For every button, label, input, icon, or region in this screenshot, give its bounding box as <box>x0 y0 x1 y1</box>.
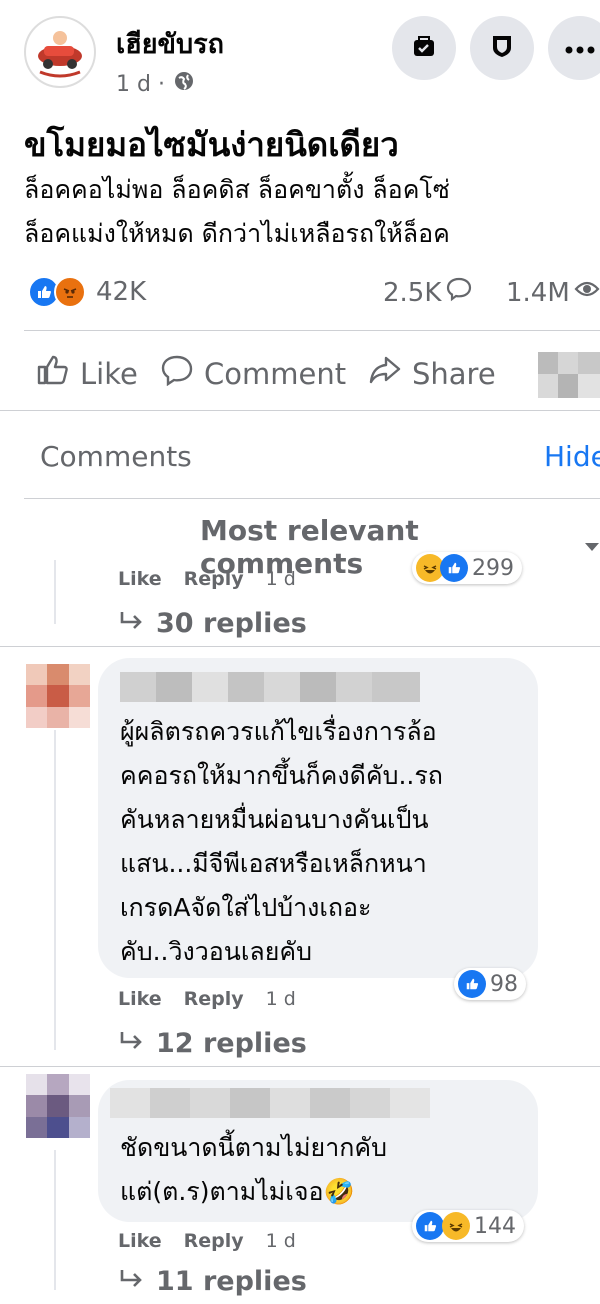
comment-2-line: คคอรถให้มากขึ้นก็คงดีคับ..รถ <box>120 761 443 790</box>
comment-label: Comment <box>204 356 347 391</box>
views-count: 1.4M <box>506 277 570 308</box>
reply-arrow-icon <box>118 1266 146 1297</box>
post-body-line-1: ล็อคคอไม่พอ ล็อคดิส ล็อคขาตั้ง ล็อคโซ่ <box>24 175 450 204</box>
reactions-count: 42K <box>96 277 147 307</box>
comments-count-group[interactable]: 2.5K <box>383 276 473 309</box>
post-body-line-2: ล็อคแม่งให้หมด ดีกว่าไม่เหลือรถให้ล็อค <box>24 219 450 248</box>
comment-3-replies[interactable]: 11 replies <box>118 1266 307 1297</box>
reactor-avatar-pixelated <box>538 352 600 398</box>
comment-2-reply[interactable]: Reply <box>184 988 244 1010</box>
badge-button[interactable] <box>470 16 534 80</box>
comment-1-reactions-count: 299 <box>472 555 514 581</box>
like-reaction-icon <box>440 554 468 582</box>
comment-2-meta: Like Reply 1 d <box>118 988 296 1010</box>
share-button[interactable]: Share <box>368 354 496 393</box>
like-reaction-icon <box>416 1212 444 1240</box>
comment-2-line: คันหลายหมื่นผ่อนบางคันเป็น <box>120 805 429 834</box>
comment-3-reactions[interactable]: 144 <box>412 1210 524 1242</box>
hide-comments-link[interactable]: Hide <box>544 440 600 473</box>
comment-3-reply[interactable]: Reply <box>184 1230 244 1252</box>
reply-arrow-icon <box>118 1028 146 1059</box>
thread-line <box>54 560 56 624</box>
more-options-button[interactable] <box>548 16 600 80</box>
shield-icon <box>489 33 515 63</box>
more-icon <box>565 39 595 58</box>
comment-1-replies[interactable]: 30 replies <box>118 608 307 639</box>
comment-2-reactions[interactable]: 98 <box>454 968 526 1000</box>
page-avatar[interactable] <box>24 16 96 88</box>
share-label: Share <box>412 356 496 391</box>
thread-line <box>54 1150 56 1290</box>
comment-3-meta: Like Reply 1 d <box>118 1230 296 1252</box>
divider <box>24 330 600 331</box>
like-reaction-icon <box>458 970 486 998</box>
bag-button[interactable] <box>392 16 456 80</box>
comment-bubble-icon <box>445 276 473 309</box>
comment-1-reactions[interactable]: 299 <box>412 552 522 584</box>
thread-line <box>54 730 56 1050</box>
comment-2-line: เกรดAจัดใส่ไปบ้างเถอะ <box>120 893 372 922</box>
comment-2-line: แสน...มีจีพีเอสหรือเหล็กหนา <box>120 849 427 878</box>
views-count-group: 1.4M <box>506 276 600 309</box>
comment-2-replies-label: 12 replies <box>156 1028 307 1059</box>
caret-down-icon <box>584 538 600 557</box>
post-time: 1 d · <box>116 70 195 98</box>
comment-button[interactable]: Comment <box>160 354 346 393</box>
comments-title: Comments <box>40 440 192 473</box>
comment-2-reactions-count: 98 <box>490 971 518 997</box>
page-name[interactable]: เฮียขับรถ <box>116 22 224 65</box>
divider <box>24 498 600 499</box>
commenter-name-pixelated[interactable] <box>110 1088 430 1118</box>
comment-3-replies-label: 11 replies <box>156 1266 307 1297</box>
comment-1-reply[interactable]: Reply <box>184 568 244 590</box>
divider <box>0 410 600 411</box>
comment-3-reactions-count: 144 <box>474 1213 516 1239</box>
comments-count: 2.5K <box>383 277 442 308</box>
commenter-name-pixelated[interactable] <box>120 672 420 702</box>
comment-3-time: 1 d <box>265 1230 296 1252</box>
globe-icon <box>173 70 195 98</box>
eye-icon <box>574 276 600 309</box>
comment-2-time: 1 d <box>265 988 296 1010</box>
thumbs-up-icon <box>36 354 70 393</box>
comment-1-replies-label: 30 replies <box>156 608 307 639</box>
comment-3-line: ชัดขนาดนี้ตามไม่ยากคับ <box>120 1133 387 1162</box>
comment-1-time: 1 d <box>265 568 296 590</box>
post-headline: ขโมยมอไซมันง่ายนิดเดียว <box>24 125 399 164</box>
reactions-summary[interactable]: 42K <box>28 276 146 308</box>
reply-arrow-icon <box>118 608 146 639</box>
comment-3-like[interactable]: Like <box>118 1230 162 1252</box>
comment-2-replies[interactable]: 12 replies <box>118 1028 307 1059</box>
comment-2-line: ผู้ผลิตรถควรแก้ไขเรื่องการล้อ <box>120 717 437 746</box>
share-icon <box>368 354 402 393</box>
comment-3-line: แต่(ต.ร)ตามไม่เจอ🤣 <box>120 1177 355 1206</box>
commenter-avatar-pixelated[interactable] <box>26 1074 90 1138</box>
divider <box>0 1066 600 1067</box>
comment-2-text: ผู้ผลิตรถควรแก้ไขเรื่องการล้อ คคอรถให้มา… <box>120 710 443 974</box>
bag-icon <box>411 33 437 63</box>
comment-1-like[interactable]: Like <box>118 568 162 590</box>
divider <box>0 646 600 647</box>
haha-reaction-icon <box>442 1212 470 1240</box>
like-label: Like <box>80 356 138 391</box>
like-button[interactable]: Like <box>36 354 138 393</box>
comment-2-like[interactable]: Like <box>118 988 162 1010</box>
comment-icon <box>160 354 194 393</box>
angry-reaction-icon <box>54 276 86 308</box>
comment-3-text: ชัดขนาดนี้ตามไม่ยากคับ แต่(ต.ร)ตามไม่เจอ… <box>120 1126 387 1214</box>
comment-1-meta: Like Reply 1 d <box>118 568 296 590</box>
commenter-avatar-pixelated[interactable] <box>26 664 90 728</box>
comment-2-line: คับ..วิงวอนเลยคับ <box>120 937 312 966</box>
post-time-text: 1 d · <box>116 71 165 97</box>
